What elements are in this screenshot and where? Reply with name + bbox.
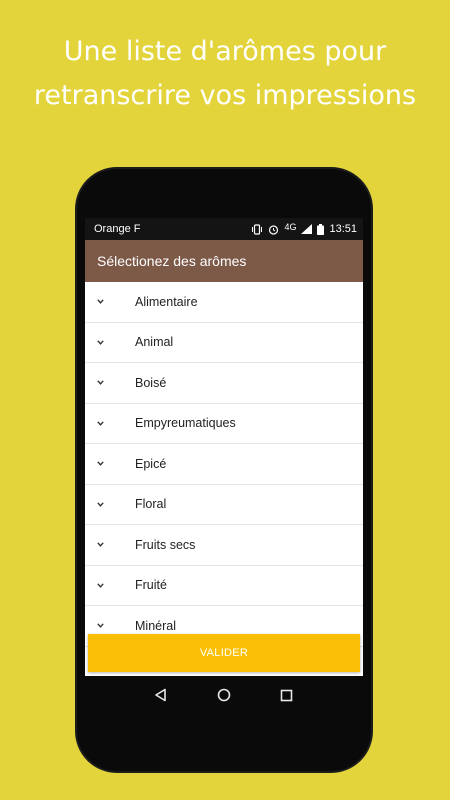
chevron-down-icon[interactable]	[85, 299, 135, 305]
carrier-name: Orange F	[94, 223, 141, 235]
chevron-down-icon[interactable]	[85, 502, 135, 507]
chevron-down-icon[interactable]	[85, 421, 135, 426]
headline-line-2: retranscrire vos impressions	[33, 80, 417, 111]
chevron-down-icon[interactable]	[85, 623, 135, 629]
chevron-down-icon[interactable]	[85, 583, 135, 588]
clock: 13:51	[329, 223, 357, 235]
signal-icon	[301, 224, 313, 234]
list-item-label: Empyreumatiques	[135, 416, 236, 431]
list-item-label: Animal	[135, 335, 174, 350]
page-title: Sélectionez des arômes	[97, 253, 247, 269]
vibrate-icon	[251, 223, 263, 235]
home-icon[interactable]	[209, 680, 239, 710]
chevron-down-icon[interactable]	[85, 380, 135, 386]
battery-icon	[317, 223, 325, 235]
android-nav-bar	[85, 676, 363, 714]
list-item[interactable]: Alimentaire	[85, 282, 363, 323]
phone-screen: Orange F 4G 13:51 Sélectionez des arômes…	[85, 218, 363, 676]
chevron-down-icon[interactable]	[85, 340, 135, 345]
back-icon[interactable]	[146, 680, 176, 710]
list-item-label: Minéral	[135, 618, 176, 633]
status-icons: 4G 13:51	[251, 222, 357, 235]
list-item[interactable]: Empyreumatiques	[85, 404, 363, 444]
list-item[interactable]: Epicé	[85, 444, 363, 485]
app-bar: Sélectionez des arômes	[85, 240, 363, 282]
list-item[interactable]: Fruits secs	[85, 525, 363, 566]
chevron-down-icon[interactable]	[85, 461, 135, 467]
aroma-list[interactable]: Alimentaire Animal Boisé Empyreumatiques…	[85, 282, 363, 676]
list-item-label: Fruits secs	[135, 537, 196, 552]
list-item[interactable]: Boisé	[85, 363, 363, 404]
list-item-label: Alimentaire	[135, 294, 198, 309]
headline-line-1: Une liste d'arômes pour	[63, 36, 387, 67]
network-type: 4G	[284, 222, 297, 232]
list-item-label: Fruité	[135, 578, 167, 593]
list-item[interactable]: Animal	[85, 323, 363, 363]
valider-button[interactable]: VALIDER	[88, 634, 360, 672]
list-item-label: Boisé	[135, 375, 167, 390]
list-item[interactable]: Floral	[85, 485, 363, 525]
chevron-down-icon[interactable]	[85, 542, 135, 548]
promo-headline: Une liste d'arômes pour retranscrire vos…	[0, 30, 450, 118]
list-item-label: Floral	[135, 497, 167, 512]
alarm-icon	[268, 224, 279, 235]
status-bar: Orange F 4G 13:51	[85, 218, 363, 240]
recents-icon[interactable]	[272, 680, 302, 710]
list-item[interactable]: Fruité	[85, 566, 363, 606]
list-item-label: Epicé	[135, 456, 167, 471]
